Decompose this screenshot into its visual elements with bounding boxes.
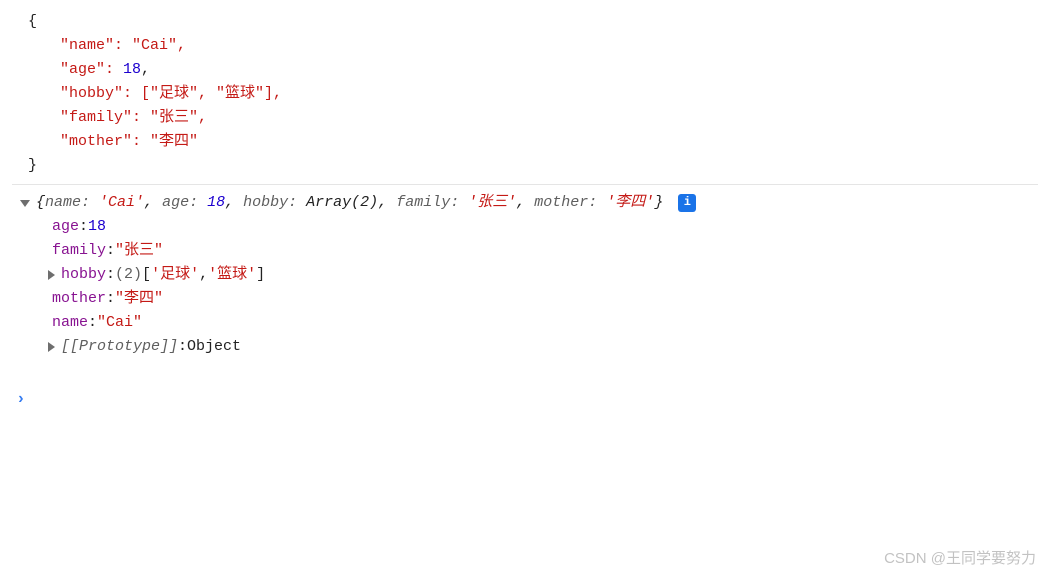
object-summary-row[interactable]: { name: 'Cai', age: 18, hobby: Array(2),… [20,191,1038,215]
summary-key-name: name: [45,191,90,215]
brace-close: } [28,154,1038,178]
summary-val-age: 18 [207,191,225,215]
prop-val-age: 18 [88,215,106,239]
prop-key-hobby: hobby [61,263,106,287]
brace-open: { [28,10,1038,34]
prop-age-row[interactable]: age: 18 [52,215,1038,239]
hobby-val-2: '篮球' [208,263,256,287]
prop-key-age: age [52,215,79,239]
chevron-right-icon[interactable] [48,270,55,280]
prototype-val: Object [187,335,241,359]
summary-key-age: age: [162,191,198,215]
chevron-right-icon[interactable] [48,342,55,352]
summary-val-hobby: Array(2) [306,191,378,215]
summary-val-name: 'Cai' [99,191,144,215]
summary-key-hobby: hobby: [243,191,297,215]
summary-brace-close: } [654,191,663,215]
prop-mother-row[interactable]: mother: "李四" [52,287,1038,311]
summary-key-mother: mother: [534,191,597,215]
prop-val-family: "张三" [115,239,163,263]
summary-key-family: family: [396,191,459,215]
hobby-count: (2) [115,263,142,287]
json-age-line: "age": 18, [60,58,1038,82]
json-name-line: "name": "Cai", [60,34,1038,58]
summary-val-mother: '李四' [606,191,654,215]
json-output-block: { "name": "Cai", "age": 18, "hobby": ["足… [20,10,1038,178]
watermark: CSDN @王同学要努力 [884,547,1036,571]
summary-val-family: '张三' [468,191,516,215]
prop-key-family: family [52,239,106,263]
summary-brace-open: { [36,191,45,215]
prop-key-name: name [52,311,88,335]
prop-family-row[interactable]: family: "张三" [52,239,1038,263]
json-hobby-line: "hobby": ["足球", "篮球"], [60,82,1038,106]
chevron-down-icon[interactable] [20,200,30,207]
prop-hobby-row[interactable]: hobby: (2) ['足球', '篮球'] [48,263,1038,287]
prop-val-name: "Cai" [97,311,142,335]
json-mother-line: "mother": "李四" [60,130,1038,154]
prop-val-mother: "李四" [115,287,163,311]
hobby-val-1: '足球' [151,263,199,287]
prop-key-mother: mother [52,287,106,311]
prop-prototype-row[interactable]: [[Prototype]]: Object [48,335,1038,359]
console-prompt[interactable]: › [16,387,1038,413]
prop-name-row[interactable]: name: "Cai" [52,311,1038,335]
json-family-line: "family": "张三", [60,106,1038,130]
info-icon[interactable]: i [678,194,696,212]
divider [12,184,1038,185]
prototype-key: [[Prototype]] [61,335,178,359]
